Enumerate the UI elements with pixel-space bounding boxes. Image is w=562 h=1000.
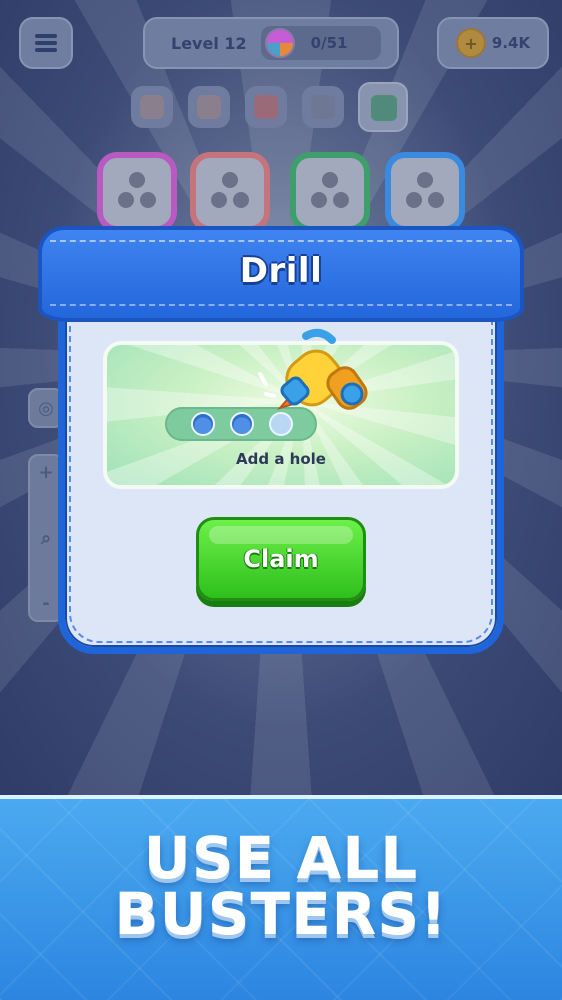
banner-line-1: USE ALL bbox=[143, 824, 419, 892]
level-progress-pill: Level 12 0/51 bbox=[143, 17, 399, 69]
husky-dog-icon[interactable] bbox=[302, 86, 344, 128]
banner-line-2: BUSTERS! bbox=[114, 880, 448, 948]
menu-button[interactable] bbox=[19, 17, 73, 69]
shop-icon[interactable] bbox=[358, 82, 408, 132]
flower-icon[interactable] bbox=[131, 86, 173, 128]
hole-dot bbox=[191, 412, 215, 436]
bag-icon[interactable] bbox=[245, 86, 287, 128]
yarn-ball-icon bbox=[264, 28, 295, 58]
zoom-in-icon[interactable]: + bbox=[38, 462, 53, 483]
spool-slot[interactable] bbox=[97, 152, 177, 232]
claim-button[interactable]: Claim bbox=[196, 517, 366, 601]
spool-slot[interactable] bbox=[385, 152, 465, 232]
claim-label: Claim bbox=[243, 545, 319, 573]
coins-count: 9.4K bbox=[491, 34, 531, 52]
booster-caption: Add a hole bbox=[236, 450, 326, 468]
spool-slot[interactable] bbox=[190, 152, 270, 232]
box-icon[interactable] bbox=[188, 86, 230, 128]
dialog-header: Drill bbox=[38, 226, 524, 322]
progress-box: 0/51 bbox=[260, 26, 381, 60]
hamburger-menu-icon bbox=[35, 31, 57, 55]
progress-count: 0/51 bbox=[310, 34, 348, 52]
target-icon: ◎ bbox=[38, 397, 54, 419]
zoom-out-icon[interactable]: - bbox=[42, 593, 49, 614]
magnifier-icon: ⌕ bbox=[40, 527, 52, 549]
hole-dot bbox=[230, 412, 254, 436]
spool-slot[interactable] bbox=[290, 152, 370, 232]
coin-plus-icon: + bbox=[455, 28, 486, 58]
drill-icon bbox=[258, 328, 368, 410]
coins-button[interactable]: + 9.4K bbox=[437, 17, 549, 69]
dialog-title: Drill bbox=[239, 251, 323, 291]
level-label: Level 12 bbox=[171, 33, 247, 53]
